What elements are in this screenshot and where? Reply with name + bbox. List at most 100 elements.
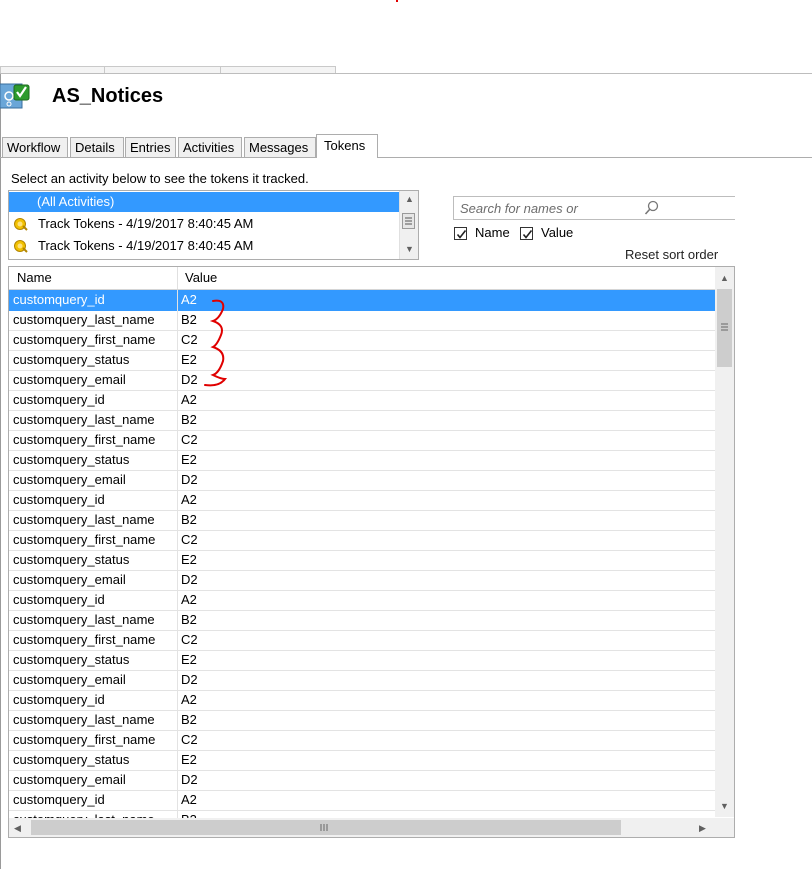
scroll-down-icon[interactable]: ▼ bbox=[405, 244, 414, 254]
cell-value: B2 bbox=[181, 712, 197, 727]
cell-name: customquery_email bbox=[13, 372, 126, 387]
cell-name: customquery_first_name bbox=[13, 432, 156, 447]
cell-name: customquery_id bbox=[13, 492, 105, 507]
cell-name: customquery_id bbox=[13, 392, 105, 407]
table-row[interactable]: customquery_status E2 bbox=[9, 350, 715, 371]
top-divider bbox=[0, 73, 812, 74]
cell-name: customquery_last_name bbox=[13, 512, 155, 527]
table-row[interactable]: customquery_status E2 bbox=[9, 450, 715, 471]
activity-item[interactable]: Track Tokens - 4/19/2017 8:40:45 AM bbox=[9, 236, 401, 256]
scroll-thumb[interactable] bbox=[402, 213, 415, 229]
scroll-thumb[interactable] bbox=[31, 820, 621, 835]
cell-name: customquery_email bbox=[13, 672, 126, 687]
table-row[interactable]: customquery_email D2 bbox=[9, 370, 715, 391]
cell-name: customquery_last_name bbox=[13, 712, 155, 727]
table-row[interactable]: customquery_status E2 bbox=[9, 750, 715, 771]
cell-value: A2 bbox=[181, 592, 197, 607]
name-checkbox[interactable] bbox=[454, 227, 467, 240]
cell-name: customquery_email bbox=[13, 772, 126, 787]
table-row[interactable]: customquery_email D2 bbox=[9, 670, 715, 691]
cell-value: C2 bbox=[181, 532, 198, 547]
table-row[interactable]: customquery_last_name B2 bbox=[9, 310, 715, 331]
tab-activities[interactable]: Activities bbox=[178, 137, 242, 157]
table-row[interactable]: customquery_status E2 bbox=[9, 550, 715, 571]
table-row[interactable]: customquery_id A2 bbox=[9, 790, 715, 811]
cell-value: B2 bbox=[181, 312, 197, 327]
tab-messages[interactable]: Messages bbox=[244, 137, 316, 157]
table-row[interactable]: customquery_id A2 bbox=[9, 490, 715, 511]
scroll-up-icon[interactable]: ▲ bbox=[720, 273, 729, 283]
cell-name: customquery_last_name bbox=[13, 612, 155, 627]
search-input[interactable] bbox=[460, 199, 640, 217]
search-icon[interactable] bbox=[644, 200, 660, 216]
table-row[interactable]: customquery_first_name C2 bbox=[9, 330, 715, 351]
cell-value: A2 bbox=[181, 492, 197, 507]
tab-workflow[interactable]: Workflow bbox=[2, 137, 68, 157]
scroll-up-icon[interactable]: ▲ bbox=[405, 194, 414, 204]
table-row[interactable]: customquery_last_name B2 bbox=[9, 410, 715, 431]
token-grid: Name Value customquery_id A2 customquery_l… bbox=[8, 266, 735, 838]
table-row[interactable]: customquery_email D2 bbox=[9, 570, 715, 591]
cell-value: A2 bbox=[181, 692, 197, 707]
cell-name: customquery_id bbox=[13, 592, 105, 607]
activity-scrollbar[interactable]: ▲ ▼ bbox=[399, 191, 418, 259]
reset-sort-order-link[interactable]: Reset sort order bbox=[625, 247, 718, 262]
cell-name: customquery_id bbox=[13, 692, 105, 707]
grid-vertical-scrollbar[interactable]: ▲ ▼ bbox=[715, 267, 734, 817]
cell-value: D2 bbox=[181, 372, 198, 387]
activity-item[interactable]: Track Tokens - 4/19/2017 8:40:45 AM bbox=[9, 214, 401, 234]
cell-value: A2 bbox=[181, 792, 197, 807]
cell-value: B2 bbox=[181, 412, 197, 427]
scroll-thumb[interactable] bbox=[717, 289, 732, 367]
cell-name: customquery_first_name bbox=[13, 732, 156, 747]
cell-name: customquery_first_name bbox=[13, 532, 156, 547]
table-row[interactable]: customquery_id A2 bbox=[9, 290, 715, 311]
cell-name: customquery_first_name bbox=[13, 632, 156, 647]
workflow-icon bbox=[0, 82, 30, 112]
column-header-value[interactable]: Value bbox=[185, 267, 217, 289]
tab-details[interactable]: Details bbox=[70, 137, 124, 157]
grid-header: Name Value bbox=[9, 267, 716, 290]
cell-value: D2 bbox=[181, 772, 198, 787]
value-checkbox[interactable] bbox=[520, 227, 533, 240]
tab-entries[interactable]: Entries bbox=[125, 137, 176, 157]
left-border bbox=[0, 74, 1, 869]
table-row[interactable]: customquery_last_name B2 bbox=[9, 610, 715, 631]
cell-name: customquery_status bbox=[13, 552, 130, 567]
scroll-left-icon[interactable]: ◀ bbox=[14, 823, 21, 833]
grid-horizontal-scrollbar[interactable]: ◀ ▶ bbox=[9, 818, 734, 837]
scroll-down-icon[interactable]: ▼ bbox=[720, 801, 729, 811]
activity-item-all[interactable]: (All Activities) bbox=[9, 192, 401, 212]
table-row[interactable]: customquery_first_name C2 bbox=[9, 430, 715, 451]
table-row[interactable]: customquery_id A2 bbox=[9, 690, 715, 711]
activity-item-label: Track Tokens - 4/19/2017 8:40:45 AM bbox=[38, 238, 254, 253]
cell-value: D2 bbox=[181, 672, 198, 687]
annotation-dot bbox=[396, 0, 398, 2]
cell-name: customquery_status bbox=[13, 352, 130, 367]
table-row[interactable]: customquery_email D2 bbox=[9, 770, 715, 791]
cell-name: customquery_first_name bbox=[13, 332, 156, 347]
cell-name: customquery_status bbox=[13, 752, 130, 767]
table-row[interactable]: customquery_email D2 bbox=[9, 470, 715, 491]
cell-value: C2 bbox=[181, 432, 198, 447]
table-row[interactable]: customquery_last_name B2 bbox=[9, 710, 715, 731]
table-row[interactable]: customquery_first_name C2 bbox=[9, 530, 715, 551]
cell-value: E2 bbox=[181, 652, 197, 667]
table-row[interactable]: customquery_first_name C2 bbox=[9, 630, 715, 651]
cell-value: E2 bbox=[181, 552, 197, 567]
table-row[interactable]: customquery_status E2 bbox=[9, 650, 715, 671]
cell-value: E2 bbox=[181, 452, 197, 467]
tab-underline bbox=[0, 157, 812, 158]
token-icon bbox=[14, 239, 28, 253]
tab-tokens[interactable]: Tokens bbox=[316, 134, 378, 158]
cell-value: A2 bbox=[181, 392, 197, 407]
table-row[interactable]: customquery_id A2 bbox=[9, 390, 715, 411]
name-checkbox-label: Name bbox=[475, 225, 510, 240]
scroll-right-icon[interactable]: ▶ bbox=[699, 823, 706, 833]
column-header-name[interactable]: Name bbox=[17, 267, 52, 289]
table-row[interactable]: customquery_last_name B2 bbox=[9, 510, 715, 531]
table-row[interactable]: customquery_id A2 bbox=[9, 590, 715, 611]
activity-item-label: (All Activities) bbox=[37, 194, 115, 209]
table-row[interactable]: customquery_first_name C2 bbox=[9, 730, 715, 751]
activity-list[interactable]: (All Activities) Track Tokens - 4/19/201… bbox=[8, 190, 419, 260]
